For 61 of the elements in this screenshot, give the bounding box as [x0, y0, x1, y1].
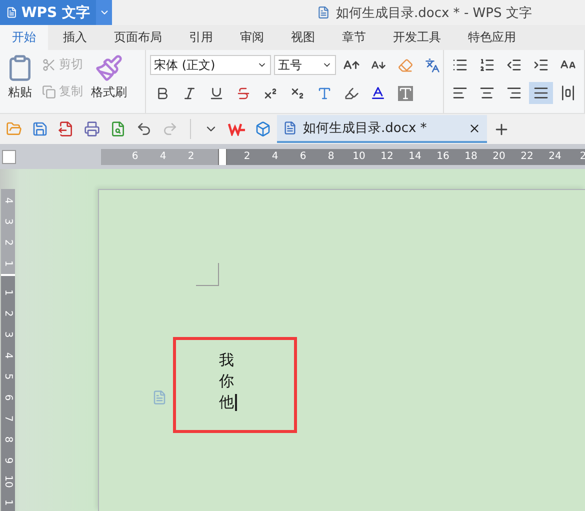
- ruler-number: 7: [2, 414, 14, 424]
- ruler-number: 5: [2, 372, 14, 382]
- ruler-number: 8: [326, 151, 336, 162]
- ruler-number: 4: [2, 351, 14, 361]
- text-line: 你: [219, 371, 235, 392]
- ruler-number: 2: [2, 238, 14, 248]
- text-line: 我: [219, 350, 235, 371]
- window-title: 如何生成目录.docx * - WPS 文字: [336, 4, 532, 22]
- document-tab[interactable]: 如何生成目录.docx *: [277, 115, 487, 143]
- ruler-number: 1: [2, 288, 14, 298]
- document-icon: [317, 6, 330, 19]
- copy-icon: [42, 84, 56, 98]
- ruler-number: 1: [2, 498, 14, 508]
- align-justify-icon[interactable]: [529, 82, 553, 104]
- document-icon: [6, 6, 18, 19]
- ruler-number: 24: [548, 151, 562, 162]
- document-icon: [283, 121, 297, 135]
- ribbon-tab[interactable]: 审阅: [228, 25, 276, 50]
- ruler-number: 4: [2, 196, 14, 206]
- ribbon-tab[interactable]: 开发工具: [381, 25, 453, 50]
- ruler-number: 4: [270, 151, 280, 162]
- ruler-number: 2: [186, 151, 196, 162]
- ribbon-tab[interactable]: 特色应用: [456, 25, 528, 50]
- ribbon-tab[interactable]: 引用: [177, 25, 225, 50]
- ribbon-tab[interactable]: 章节: [330, 25, 378, 50]
- ruler-number: 10: [2, 474, 14, 488]
- ruler-number: 10: [352, 151, 366, 162]
- ruler-number: 20: [492, 151, 506, 162]
- ruler-number: 3: [2, 330, 14, 340]
- ruler-number: 3: [2, 217, 14, 227]
- ruler-number: 2: [578, 151, 585, 162]
- ruler-number: 12: [380, 151, 394, 162]
- scissors-icon: [42, 58, 56, 72]
- ruler-number: 22: [520, 151, 534, 162]
- ruler-number: 9: [2, 456, 14, 466]
- ruler-number: 6: [130, 151, 140, 162]
- ruler-number: 18: [464, 151, 478, 162]
- ruler-number: 2: [2, 309, 14, 319]
- ruler-number: 8: [2, 435, 14, 445]
- ribbon-tab[interactable]: 开始: [0, 25, 48, 50]
- indent-marker[interactable]: [218, 148, 227, 164]
- ribbon-tab[interactable]: 插入: [51, 25, 99, 50]
- ruler-number: 6: [298, 151, 308, 162]
- text-line: 他: [219, 392, 294, 413]
- font-name-select[interactable]: 宋体 (正文): [150, 55, 271, 75]
- ribbon-tab[interactable]: 视图: [279, 25, 327, 50]
- ruler-number: 4: [158, 151, 168, 162]
- paintbrush-icon: [95, 54, 123, 82]
- ruler-number: 16: [436, 151, 450, 162]
- tab-stop-icon[interactable]: [2, 150, 16, 164]
- ruler-number: 1: [2, 259, 14, 269]
- format-painter-button[interactable]: 格式刷: [89, 54, 129, 109]
- ruler-number: 2: [242, 151, 252, 162]
- close-icon[interactable]: [468, 122, 481, 134]
- app-menu-button[interactable]: WPS 文字: [0, 0, 96, 25]
- margin-corner-mark: [196, 263, 219, 286]
- font-size-select[interactable]: 五号: [274, 55, 336, 75]
- ribbon-tab[interactable]: 页面布局: [102, 25, 174, 50]
- paste-button[interactable]: 粘贴: [4, 54, 36, 109]
- ruler-number: 14: [408, 151, 422, 162]
- ruler-number: 6: [2, 393, 14, 403]
